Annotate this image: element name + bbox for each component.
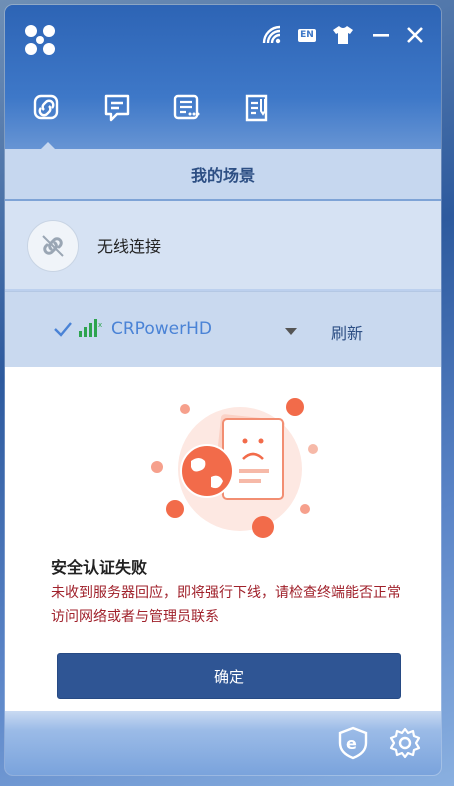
connection-label: 无线连接 [97, 237, 162, 256]
signal-bars-icon: x [79, 319, 103, 341]
tab-messages[interactable] [97, 93, 137, 143]
auth-failed-dialog: 安全认证失败 未收到服务器回应，即将强行下线，请检查终端能否正常访问网络或者与管… [5, 367, 441, 711]
message-icon [102, 93, 132, 127]
language-icon[interactable]: EN [293, 21, 321, 49]
tab-notes[interactable] [237, 93, 277, 143]
link-icon [32, 93, 62, 127]
minimize-icon[interactable] [367, 21, 395, 49]
settings-gear-icon[interactable] [387, 725, 423, 761]
language-badge: EN [298, 28, 316, 42]
client-window: EN 我的场景 无线连接 x CRPowerHD 刷新 安全认证失败 未收到服务… [5, 5, 441, 775]
refresh-button[interactable]: 刷新 [331, 320, 363, 344]
tab-scenes[interactable] [27, 93, 67, 143]
wifi-row: x CRPowerHD 刷新 [5, 291, 441, 368]
app-logo [23, 23, 57, 57]
dialog-title: 安全认证失败 [51, 558, 148, 577]
active-tab-indicator [41, 142, 55, 149]
svg-text:x: x [98, 321, 102, 329]
sad-document-globe-illustration [145, 389, 325, 539]
dialog-message: 未收到服务器回应，即将强行下线，请检查终端能否正常访问网络或者与管理员联系 [51, 585, 401, 625]
titlebar: EN [5, 5, 441, 65]
skin-shirt-icon[interactable] [329, 21, 357, 49]
shield-e-icon[interactable]: e [335, 725, 371, 761]
notes-icon [242, 93, 272, 127]
footer-bar: e [5, 711, 441, 775]
confirm-button[interactable]: 确定 [57, 653, 401, 699]
check-icon [53, 320, 73, 342]
wifi-signal-icon[interactable] [259, 21, 287, 49]
list-icon [172, 93, 202, 127]
wifi-ssid-select[interactable]: CRPowerHD [111, 319, 212, 339]
tab-list[interactable] [167, 93, 207, 143]
connection-row[interactable]: 无线连接 [5, 201, 441, 289]
svg-text:e: e [346, 734, 357, 753]
main-tabs [5, 93, 441, 153]
close-icon[interactable] [401, 21, 429, 49]
section-title: 我的场景 [5, 149, 441, 201]
chevron-down-icon[interactable] [285, 328, 297, 335]
broken-link-icon [27, 220, 79, 272]
